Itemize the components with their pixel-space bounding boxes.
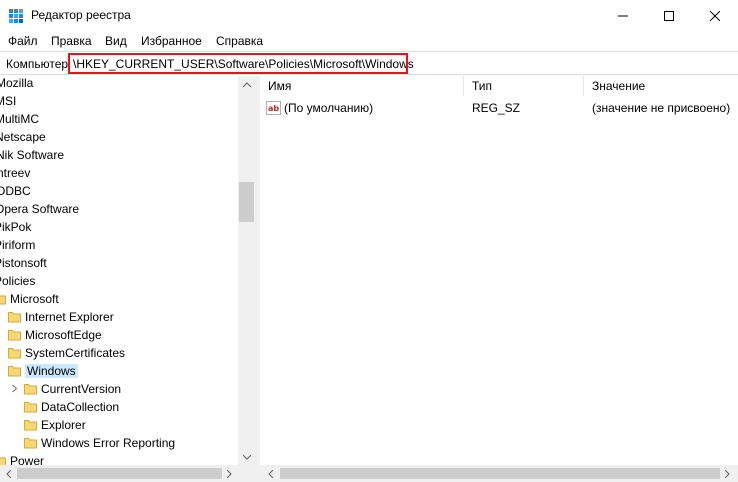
column-header-type[interactable]: Тип bbox=[464, 76, 584, 96]
scrollbar-corner bbox=[238, 465, 255, 482]
tree-horizontal-scrollbar[interactable] bbox=[0, 465, 238, 482]
menu-bar: Файл Правка Вид Избранное Справка bbox=[0, 31, 738, 51]
minimize-button[interactable] bbox=[600, 0, 646, 31]
tree-item-netscape[interactable]: Netscape bbox=[0, 128, 46, 146]
values-list: Имя Тип Значение ab (По умолчанию) REG_S… bbox=[260, 76, 738, 465]
folder-icon bbox=[24, 418, 37, 431]
value-data: (значение не присвоено) bbox=[592, 101, 731, 115]
tree-item-explorer[interactable]: Explorer bbox=[24, 416, 86, 434]
chevron-right-icon bbox=[725, 469, 730, 478]
tree-item-microsoft[interactable]: Microsoft bbox=[0, 290, 59, 308]
menu-file[interactable]: Файл bbox=[8, 34, 38, 48]
chevron-right-icon bbox=[227, 469, 232, 478]
chevron-down-icon bbox=[242, 455, 251, 460]
folder-icon bbox=[24, 400, 37, 413]
scroll-right-button[interactable] bbox=[221, 465, 238, 482]
tree-item-multimc[interactable]: MultiMC bbox=[0, 110, 39, 128]
address-highlight-box bbox=[68, 53, 408, 74]
tree-item-policies[interactable]: Policies bbox=[0, 272, 35, 290]
scroll-up-button[interactable] bbox=[238, 76, 255, 93]
scroll-down-button[interactable] bbox=[238, 449, 255, 466]
folder-icon bbox=[24, 436, 37, 449]
maximize-icon bbox=[664, 10, 674, 21]
chevron-left-icon bbox=[268, 469, 273, 478]
folder-icon bbox=[8, 310, 21, 323]
scroll-right-button[interactable] bbox=[719, 465, 736, 482]
value-type: REG_SZ bbox=[472, 101, 521, 115]
tree-item-ntreev[interactable]: ntreev bbox=[0, 164, 30, 182]
key-tree: Mozilla MSI MultiMC Netscape Nik Softwar… bbox=[0, 76, 255, 466]
folder-open-icon bbox=[8, 364, 21, 377]
folder-icon bbox=[0, 292, 6, 305]
tree-item-mozilla[interactable]: Mozilla bbox=[0, 76, 33, 92]
tree-item-odbc[interactable]: ODBC bbox=[0, 182, 31, 200]
value-row[interactable]: ab (По умолчанию) REG_SZ (значение не пр… bbox=[260, 99, 738, 117]
title-bar[interactable]: Редактор реестра bbox=[0, 0, 738, 31]
folder-icon bbox=[8, 346, 21, 359]
menu-view[interactable]: Вид bbox=[105, 34, 127, 48]
tree-item-systemcertificates[interactable]: SystemCertificates bbox=[8, 344, 125, 362]
tree-item-datacollection[interactable]: DataCollection bbox=[24, 398, 119, 416]
minimize-icon bbox=[618, 15, 628, 16]
tree-item-windows[interactable]: Windows bbox=[8, 362, 78, 380]
column-header-name[interactable]: Имя bbox=[260, 76, 464, 96]
folder-icon bbox=[24, 382, 37, 395]
tree-item-nik-software[interactable]: Nik Software bbox=[0, 146, 64, 164]
tree-item-piriform[interactable]: Piriform bbox=[0, 236, 35, 254]
address-prefix: Компьютер bbox=[6, 57, 69, 71]
tree-item-power[interactable]: Power bbox=[0, 452, 44, 466]
close-icon bbox=[710, 10, 720, 21]
tree-item-windows-error-reporting[interactable]: Windows Error Reporting bbox=[24, 434, 175, 452]
tree-item-pistonsoft[interactable]: Pistonsoft bbox=[0, 254, 47, 272]
svg-text:ab: ab bbox=[268, 104, 279, 113]
value-name: (По умолчанию) bbox=[284, 101, 374, 115]
column-header-value[interactable]: Значение bbox=[584, 76, 738, 96]
menu-favorites[interactable]: Избранное bbox=[141, 34, 202, 48]
string-value-icon: ab bbox=[266, 101, 281, 115]
tree-item-currentversion[interactable]: CurrentVersion bbox=[24, 380, 121, 398]
maximize-button[interactable] bbox=[646, 0, 692, 31]
registry-editor-icon bbox=[9, 9, 23, 23]
scroll-thumb[interactable] bbox=[239, 182, 254, 222]
scroll-left-button[interactable] bbox=[262, 465, 279, 482]
scroll-thumb[interactable] bbox=[280, 468, 720, 479]
tree-item-msi[interactable]: MSI bbox=[0, 92, 16, 110]
chevron-left-icon bbox=[6, 469, 11, 478]
menu-help[interactable]: Справка bbox=[216, 34, 263, 48]
tree-item-microsoftedge[interactable]: MicrosoftEdge bbox=[8, 326, 102, 344]
folder-icon bbox=[8, 328, 21, 341]
tree-vertical-scrollbar[interactable] bbox=[238, 76, 255, 466]
scroll-left-button[interactable] bbox=[0, 465, 17, 482]
close-button[interactable] bbox=[692, 0, 738, 31]
address-bar[interactable]: Компьютер \HKEY_CURRENT_USER\Software\Po… bbox=[0, 51, 738, 75]
menu-edit[interactable]: Правка bbox=[51, 34, 92, 48]
chevron-up-icon bbox=[242, 82, 251, 87]
tree-item-pikpok[interactable]: PikPok bbox=[0, 218, 31, 236]
chevron-right-icon bbox=[12, 384, 18, 393]
window-title: Редактор реестра bbox=[31, 8, 131, 22]
tree-item-internet-explorer[interactable]: Internet Explorer bbox=[8, 308, 114, 326]
scroll-thumb[interactable] bbox=[17, 468, 222, 479]
list-horizontal-scrollbar[interactable] bbox=[260, 465, 738, 482]
tree-item-opera-software[interactable]: Opera Software bbox=[0, 200, 79, 218]
